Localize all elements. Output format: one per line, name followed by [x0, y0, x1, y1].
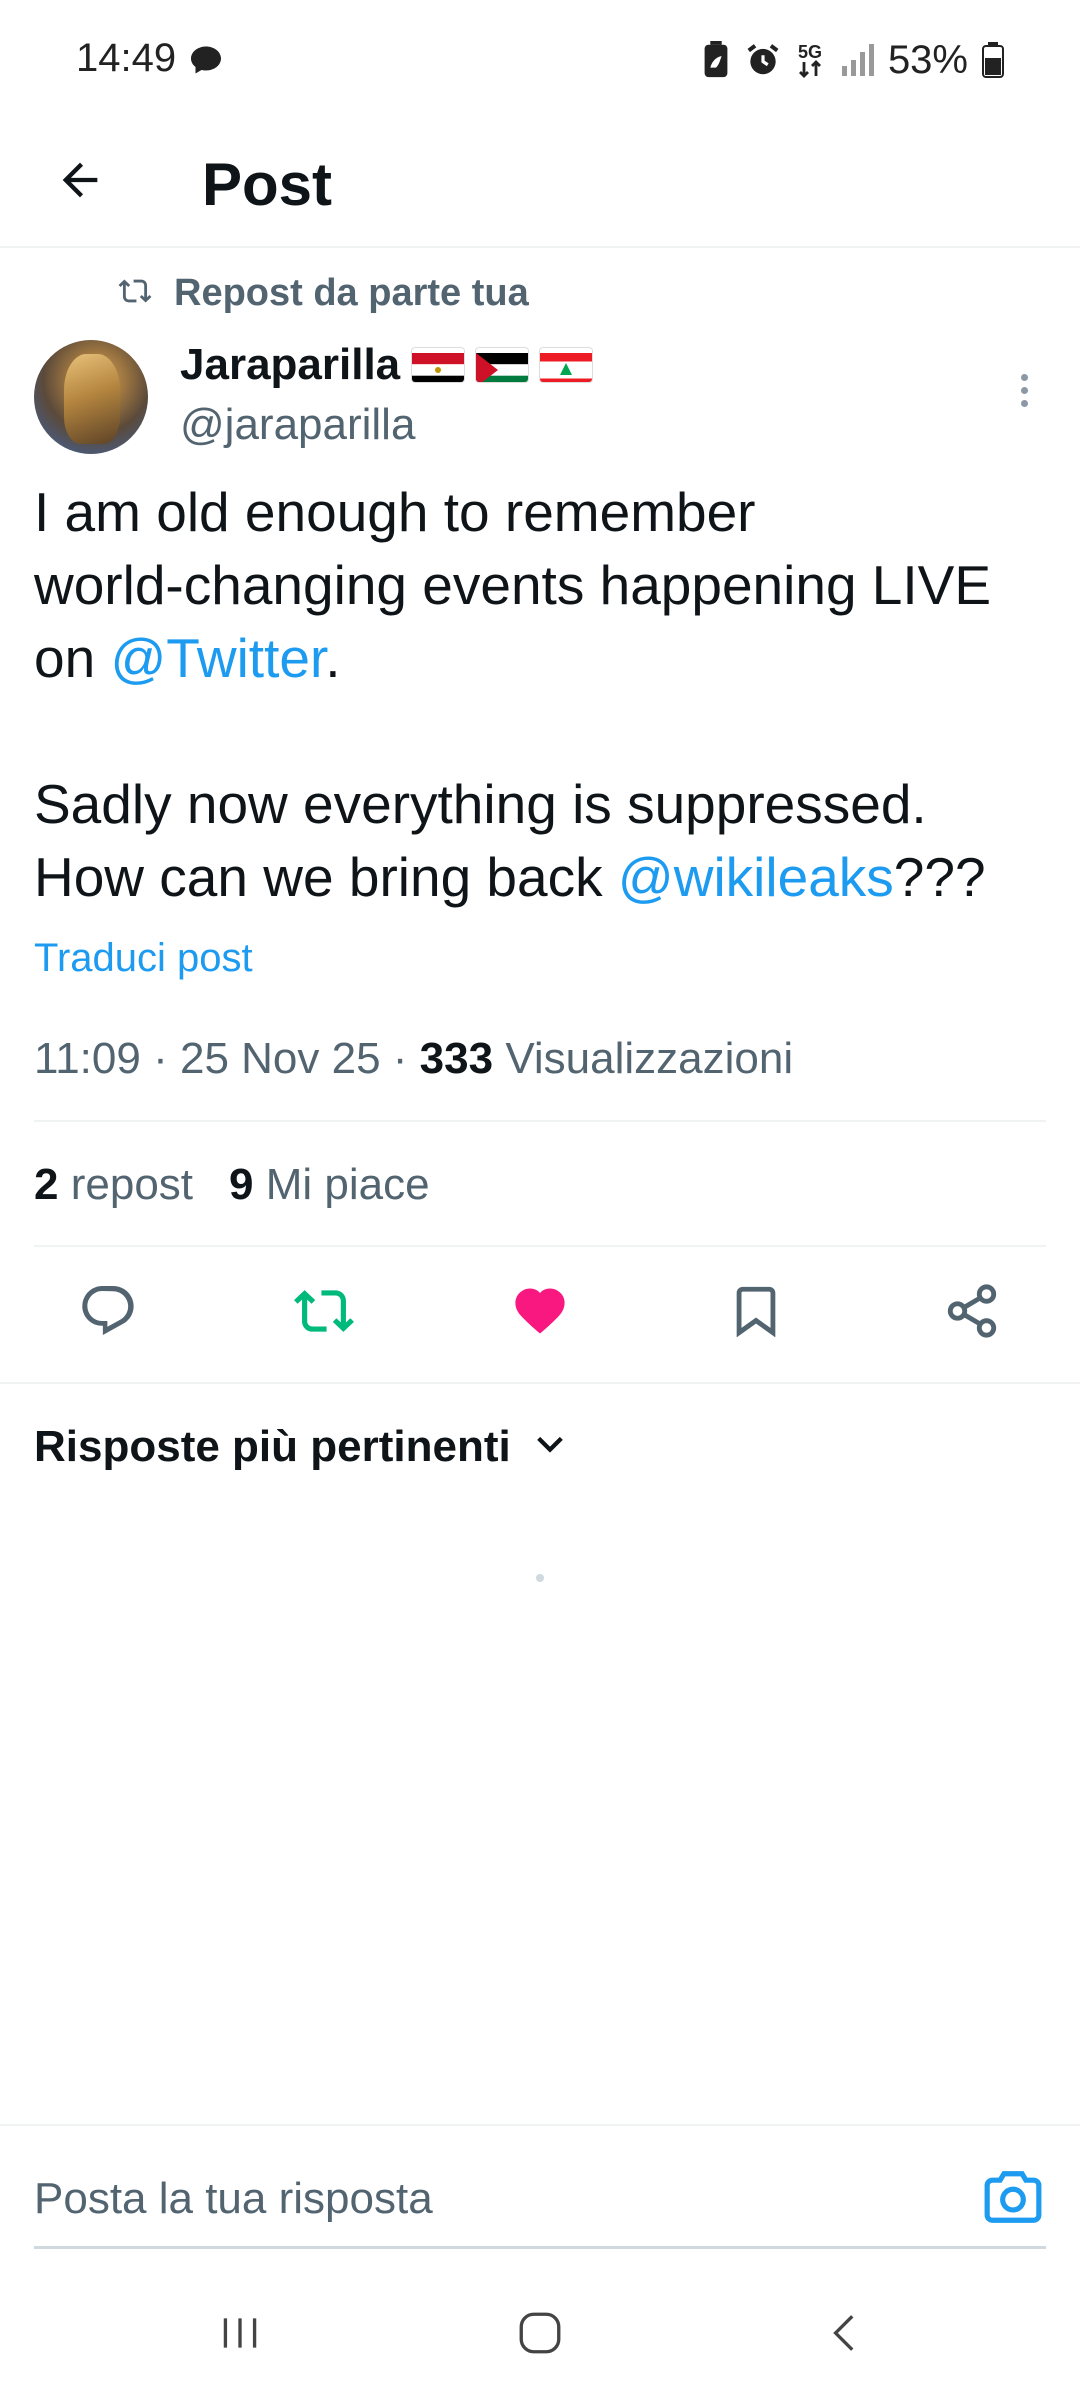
home-icon — [515, 2308, 565, 2363]
reply-input-placeholder: Posta la tua risposta — [34, 2174, 433, 2223]
back-button[interactable] — [40, 142, 120, 222]
reply-button[interactable] — [58, 1268, 158, 1358]
chevron-down-icon — [533, 1422, 567, 1472]
repost-button[interactable] — [274, 1268, 374, 1358]
section-divider — [0, 1382, 1080, 1384]
share-button[interactable] — [922, 1268, 1022, 1358]
post-stats: 2 repost 9 Mi piace — [34, 1160, 430, 1210]
loading-indicator — [536, 1574, 544, 1582]
reply-input[interactable]: Posta la tua risposta — [34, 2164, 974, 2234]
recent-apps-button[interactable] — [190, 2290, 290, 2380]
status-bar: 14:49 5G 53% — [0, 0, 1080, 120]
replies-sort-label: Risposte più pertinenti — [34, 1422, 511, 1471]
post-text: I am old enough to remember world-changi… — [34, 476, 1054, 914]
meta-separator: · — [153, 1034, 168, 1083]
divider — [34, 1245, 1046, 1247]
signal-icon — [840, 42, 874, 78]
repost-context-label: Repost da parte tua — [174, 272, 529, 314]
bookmark-button[interactable] — [706, 1268, 806, 1358]
composer-underline — [34, 2246, 1046, 2249]
post-line: world-changing events happening LIVE — [34, 554, 992, 616]
post-text-segment: ??? — [893, 846, 986, 908]
likes-label: Mi piace — [265, 1160, 430, 1209]
post-line: Sadly now everything is suppressed. — [34, 773, 927, 835]
post-line: How can we bring back @wikileaks??? — [34, 841, 1054, 914]
recent-apps-icon — [215, 2308, 265, 2363]
mention-link-twitter[interactable]: @Twitter — [110, 627, 325, 689]
avatar[interactable] — [34, 340, 148, 454]
post-date: 25 Nov 25 — [179, 1034, 381, 1083]
share-icon — [943, 1282, 1001, 1345]
egypt-flag-icon — [412, 348, 465, 382]
battery-percentage: 53% — [887, 37, 968, 82]
reply-icon — [78, 1281, 138, 1346]
page-title: Post — [202, 151, 333, 218]
reposts-count: 2 — [34, 1160, 59, 1209]
post-meta: 11:09 · 25 Nov 25 · 333 Visualizzazioni — [34, 1034, 793, 1084]
post-text-segment: on — [34, 627, 111, 689]
arrow-left-icon — [54, 154, 106, 211]
author-handle[interactable]: @jaraparilla — [180, 400, 415, 450]
status-time: 14:49 — [76, 36, 177, 80]
post-line: I am old enough to remember — [34, 481, 756, 543]
post-line: on @Twitter. — [34, 622, 1054, 695]
post-time: 11:09 — [34, 1034, 141, 1083]
home-button[interactable] — [490, 2290, 590, 2380]
views-label[interactable]: Visualizzazioni — [505, 1034, 793, 1083]
reposts-label: repost — [70, 1160, 194, 1209]
views-count: 333 — [419, 1034, 494, 1083]
more-dot — [1020, 399, 1028, 407]
back-icon — [821, 2308, 871, 2363]
top-header: Post — [0, 120, 1080, 248]
battery-saver-icon — [702, 41, 730, 79]
post-text-segment: How can we bring back — [34, 846, 618, 908]
camera-button[interactable] — [978, 2164, 1048, 2234]
post-text-segment: . — [325, 627, 341, 689]
divider — [34, 1120, 1046, 1122]
composer-divider — [0, 2124, 1080, 2126]
lebanon-flag-icon — [540, 348, 593, 382]
more-dot — [1020, 373, 1028, 381]
back-nav-button[interactable] — [796, 2290, 896, 2380]
svg-text:5G: 5G — [798, 42, 822, 62]
chat-bubble-icon — [188, 42, 224, 78]
author-name-row[interactable]: Jaraparilla — [180, 340, 593, 390]
author-name: Jaraparilla — [180, 340, 401, 389]
repost-icon — [293, 1280, 355, 1347]
translate-post-link[interactable]: Traduci post — [34, 936, 253, 981]
status-right-icons: 5G 53% — [702, 36, 1004, 84]
like-icon — [510, 1281, 570, 1346]
camera-icon — [982, 2166, 1044, 2233]
replies-sort-dropdown[interactable]: Risposte più pertinenti — [34, 1422, 567, 1472]
more-dot — [1020, 386, 1028, 394]
mention-link-wikileaks[interactable]: @wikileaks — [618, 846, 894, 908]
more-options-button[interactable] — [1006, 360, 1042, 420]
battery-icon — [982, 42, 1004, 78]
meta-separator: · — [392, 1034, 408, 1083]
reposts-stat[interactable]: 2 repost — [34, 1160, 193, 1210]
repost-icon — [118, 274, 152, 313]
likes-count: 9 — [229, 1160, 254, 1209]
bookmark-icon — [727, 1282, 785, 1345]
likes-stat[interactable]: 9 Mi piace — [229, 1160, 430, 1210]
5g-icon: 5G — [796, 40, 826, 80]
alarm-icon — [744, 41, 782, 79]
like-button[interactable] — [490, 1268, 590, 1358]
palestine-flag-icon — [476, 348, 529, 382]
repost-context: Repost da parte tua — [118, 272, 529, 315]
